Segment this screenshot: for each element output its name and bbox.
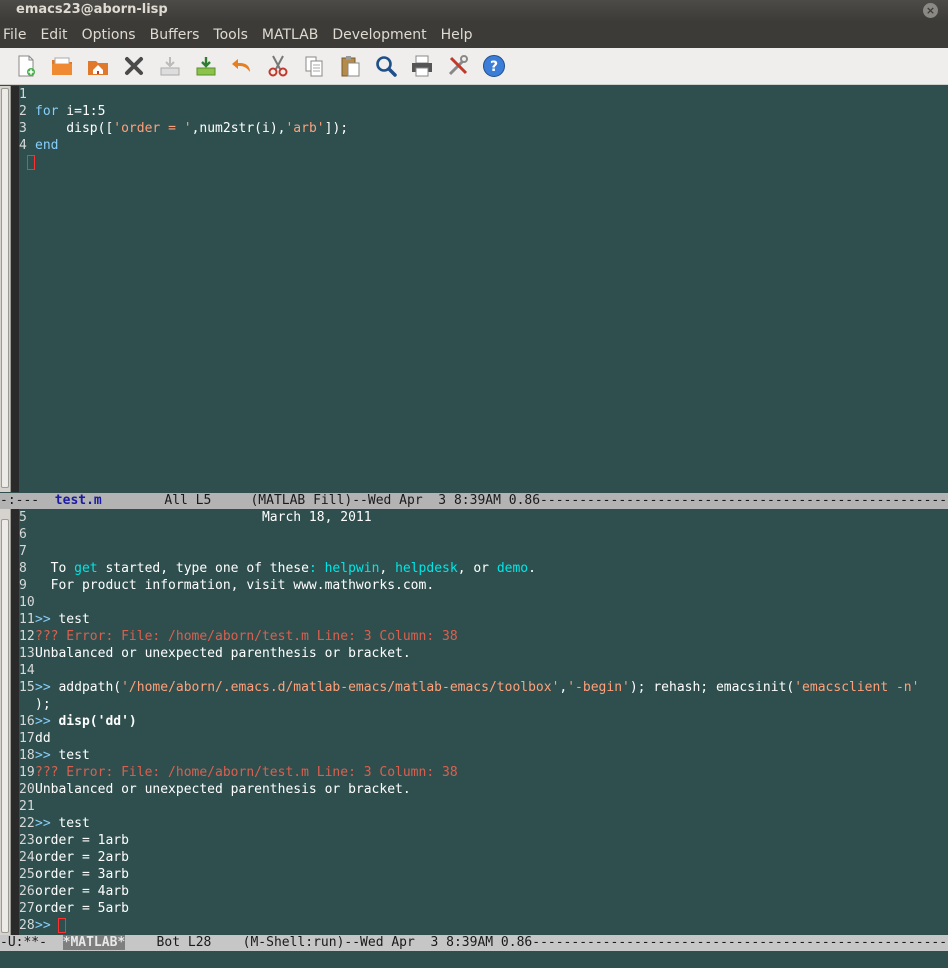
editor-line: 4 end: [19, 138, 59, 153]
menu-matlab[interactable]: MATLAB: [255, 22, 325, 48]
editor-fringe: [11, 86, 19, 492]
shell-line: 25order = 3arb: [19, 867, 129, 882]
shell-line: 5 March 18, 2011: [19, 510, 372, 525]
preferences-icon[interactable]: [444, 52, 472, 80]
shell-line: 17dd: [19, 731, 51, 746]
shell-line: 6: [19, 527, 27, 542]
shell-line: 21: [19, 799, 35, 814]
shell-line: 7: [19, 544, 27, 559]
modeline-buffer-name[interactable]: *MATLAB*: [62, 935, 126, 950]
new-file-icon[interactable]: [12, 52, 40, 80]
menu-file[interactable]: File: [0, 22, 33, 48]
save-icon[interactable]: [156, 52, 184, 80]
modeline-buffer-name[interactable]: test.m: [55, 493, 102, 508]
editor-line: [19, 154, 35, 171]
menu-tools[interactable]: Tools: [206, 22, 255, 48]
editor-line: 1: [19, 87, 27, 102]
shell-prompt-line[interactable]: 28>>: [19, 917, 67, 934]
shell-fringe: [11, 509, 19, 935]
shell-line: 24order = 2arb: [19, 850, 129, 865]
modeline-top[interactable]: -:--- test.m All L5 (MATLAB Fill)--Wed A…: [0, 493, 948, 509]
save-as-icon[interactable]: [192, 52, 220, 80]
svg-text:?: ?: [490, 59, 498, 75]
menu-help[interactable]: Help: [434, 22, 480, 48]
close-icon[interactable]: [120, 52, 148, 80]
window-title: emacs23@aborn-lisp: [16, 2, 168, 17]
shell-line: 9 For product information, visit www.mat…: [19, 578, 435, 593]
editor-line: 2 for i=1:5: [19, 104, 106, 119]
modeline-bottom[interactable]: -U:**- *MATLAB* Bot L28 (M-Shell:run)--W…: [0, 935, 948, 951]
shell-scrollbar[interactable]: [0, 509, 11, 935]
help-icon[interactable]: ?: [480, 52, 508, 80]
editor-cursor: [27, 155, 35, 170]
demo-link[interactable]: demo: [497, 561, 528, 576]
shell-line: 12??? Error: File: /home/aborn/test.m Li…: [19, 629, 458, 644]
shell-line: 23order = 1arb: [19, 833, 129, 848]
copy-icon[interactable]: [300, 52, 328, 80]
print-icon[interactable]: [408, 52, 436, 80]
matlab-shell-buffer[interactable]: 5 March 18, 2011 6 7 8 To get started, t…: [19, 509, 948, 935]
paste-icon[interactable]: [336, 52, 364, 80]
menu-buffers[interactable]: Buffers: [143, 22, 207, 48]
window-close-icon[interactable]: ×: [923, 3, 938, 18]
editor-line: 3 disp(['order = ',num2str(i),'arb']);: [19, 121, 349, 136]
menu-options[interactable]: Options: [75, 22, 143, 48]
shell-line: 18>> test: [19, 748, 90, 763]
menu-development[interactable]: Development: [325, 22, 433, 48]
helpwin-link[interactable]: helpwin: [325, 561, 380, 576]
editor-buffer[interactable]: 1 2 for i=1:5 3 disp(['order = ',num2str(…: [19, 86, 948, 492]
shell-line: 20Unbalanced or unexpected parenthesis o…: [19, 782, 411, 797]
shell-line: 15>> addpath('/home/aborn/.emacs.d/matla…: [19, 680, 920, 695]
menu-bar: File Edit Options Buffers Tools MATLAB D…: [0, 22, 948, 48]
shell-line: 22>> test: [19, 816, 90, 831]
search-icon[interactable]: [372, 52, 400, 80]
shell-line: 11>> test: [19, 612, 90, 627]
toolbar: ?: [0, 48, 948, 85]
shell-line: 8 To get started, type one of these: hel…: [19, 561, 536, 576]
shell-line: );: [35, 697, 51, 712]
editor-scrollbar[interactable]: [0, 86, 11, 492]
helpdesk-link[interactable]: helpdesk: [395, 561, 458, 576]
shell-line: 19??? Error: File: /home/aborn/test.m Li…: [19, 765, 458, 780]
shell-line: 16>> disp('dd'): [19, 714, 137, 729]
shell-line: 27order = 5arb: [19, 901, 129, 916]
shell-line: 13Unbalanced or unexpected parenthesis o…: [19, 646, 411, 661]
dired-icon[interactable]: [84, 52, 112, 80]
open-file-icon[interactable]: [48, 52, 76, 80]
menu-edit[interactable]: Edit: [33, 22, 74, 48]
shell-line: 14: [19, 663, 35, 678]
undo-icon[interactable]: [228, 52, 256, 80]
shell-line: 10: [19, 595, 35, 610]
get-link[interactable]: get: [74, 561, 97, 576]
shell-cursor: [58, 918, 67, 933]
shell-scrollbar-thumb[interactable]: [1, 519, 9, 933]
cut-icon[interactable]: [264, 52, 292, 80]
window-titlebar: emacs23@aborn-lisp ×: [0, 0, 948, 22]
shell-line: 26order = 4arb: [19, 884, 129, 899]
editor-scrollbar-thumb[interactable]: [1, 88, 9, 488]
minibuffer[interactable]: [0, 951, 948, 968]
